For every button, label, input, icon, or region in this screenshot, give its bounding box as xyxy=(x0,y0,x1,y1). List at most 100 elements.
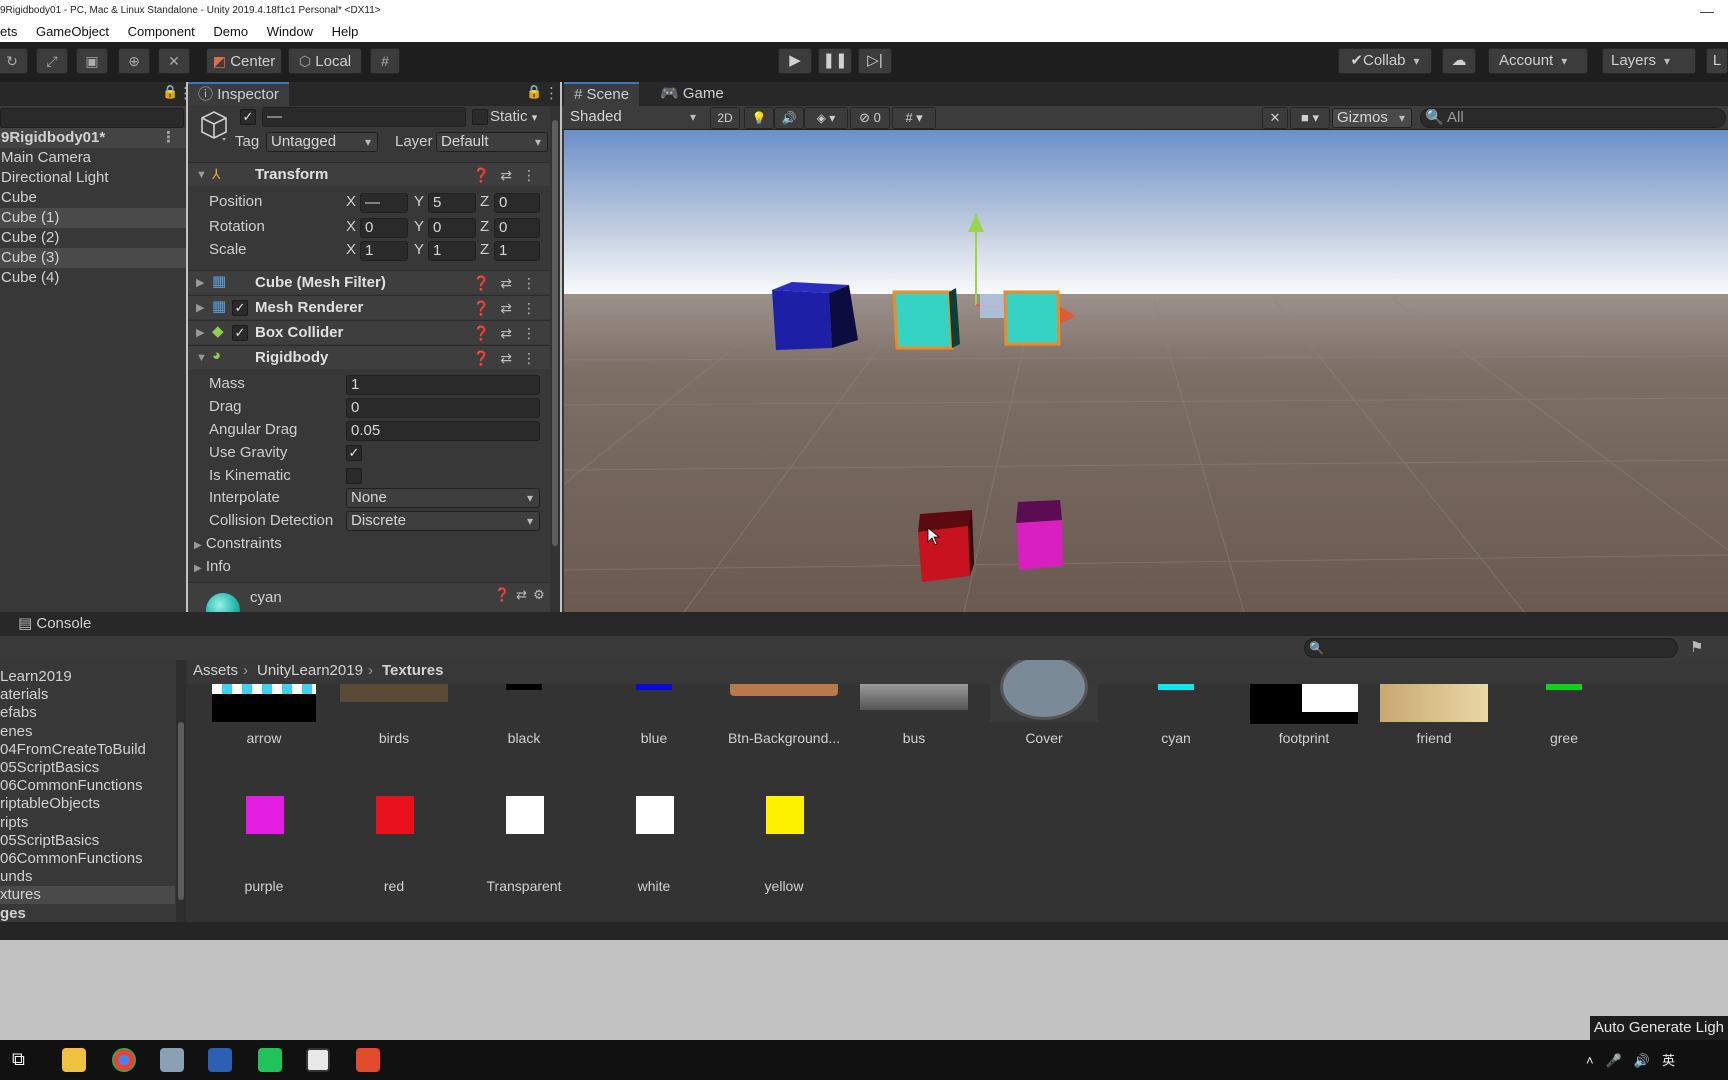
menu-window[interactable]: Window xyxy=(267,24,313,39)
layer-dropdown[interactable]: Default xyxy=(436,132,548,152)
folder-item[interactable]: 04FromCreateToBuild xyxy=(0,741,175,759)
lighting-toggle[interactable]: 💡 xyxy=(744,107,774,129)
task-view-icon[interactable]: ⧉ xyxy=(12,1049,25,1070)
pivot-local-button[interactable]: ⬡ Local xyxy=(288,48,362,74)
hierarchy-item[interactable]: Cube (4) xyxy=(0,268,186,288)
menu-demo[interactable]: Demo xyxy=(213,24,248,39)
hierarchy-item[interactable]: Cube (3) xyxy=(0,248,186,268)
folder-item[interactable]: efabs xyxy=(0,704,175,722)
shading-mode-dropdown[interactable]: Shaded xyxy=(566,108,702,128)
account-dropdown[interactable]: Account xyxy=(1488,48,1588,74)
editor-icon[interactable] xyxy=(258,1048,282,1072)
2d-mode-toggle[interactable]: 2D xyxy=(710,107,740,129)
layers-dropdown[interactable]: Layers xyxy=(1602,48,1696,74)
hierarchy-item[interactable]: Cube xyxy=(0,188,186,208)
filter-by-type-icon[interactable]: ⚑ xyxy=(1690,638,1703,656)
cube-cyan-2[interactable] xyxy=(1003,290,1061,346)
scene-viewport[interactable] xyxy=(564,130,1728,612)
scene-menu-icon[interactable]: ⋮ xyxy=(161,128,176,148)
menu-gameobject[interactable]: GameObject xyxy=(36,24,109,39)
info-foldout[interactable]: ▶ Info xyxy=(194,557,231,579)
folder-item[interactable]: riptableObjects xyxy=(0,795,175,813)
pivot-center-button[interactable]: ◩ Center xyxy=(206,48,282,74)
inspector-scrollbar[interactable] xyxy=(550,106,560,612)
folder-item[interactable]: xtures xyxy=(0,886,175,905)
tag-dropdown[interactable]: Untagged xyxy=(266,132,378,152)
tab-console[interactable]: ▤ Console xyxy=(8,612,101,636)
hierarchy-item[interactable]: Cube (2) xyxy=(0,228,186,248)
rect-tool-button[interactable]: ▣ xyxy=(76,48,108,74)
collision-detection-dropdown[interactable]: Discrete xyxy=(346,511,540,531)
tab-scene[interactable]: # Scene xyxy=(564,82,640,106)
interpolate-dropdown[interactable]: None xyxy=(346,488,540,508)
material-header-icons[interactable]: ❓⇄⚙ xyxy=(494,587,551,603)
scale-tool-button[interactable]: ⤢ xyxy=(36,48,68,74)
mesh-renderer-enabled-checkbox[interactable]: ✓ xyxy=(232,300,248,316)
chrome-icon[interactable] xyxy=(112,1048,136,1072)
angular-drag-field[interactable]: 0.05 xyxy=(346,421,540,441)
camera-dropdown[interactable]: ■ ▾ xyxy=(1290,107,1330,129)
custom-tool-button[interactable]: ✕ xyxy=(158,48,190,74)
component-header-icons[interactable]: ❓⇄⋮ xyxy=(473,273,546,293)
more-menu-icon[interactable]: ⋮ xyxy=(178,84,186,102)
tab-inspector[interactable]: ⓘ Inspector xyxy=(188,82,289,106)
cube-cyan-1[interactable] xyxy=(892,288,960,350)
unity-icon[interactable] xyxy=(306,1048,330,1072)
hierarchy-search-input[interactable] xyxy=(0,108,184,128)
cube-red[interactable] xyxy=(918,510,974,582)
gameobject-name-field[interactable]: — xyxy=(262,107,466,127)
folder-item[interactable]: aterials xyxy=(0,686,175,704)
minimize-button[interactable]: — xyxy=(1700,0,1714,22)
rotate-tool-button[interactable]: ↻ xyxy=(0,48,28,74)
transform-tool-button[interactable]: ⊕ xyxy=(118,48,150,74)
component-header-icons[interactable]: ❓⇄⋮ xyxy=(473,348,546,368)
scrollbar-thumb[interactable] xyxy=(552,120,558,546)
static-dropdown[interactable]: Static ▾ xyxy=(490,107,537,128)
folder-item[interactable]: 06CommonFunctions xyxy=(0,777,175,795)
component-header-icons[interactable]: ❓⇄⋮ xyxy=(473,323,546,343)
play-button[interactable]: ▶ xyxy=(778,48,812,74)
folder-scrollbar[interactable] xyxy=(176,660,186,922)
rotation-x-field[interactable]: 0 xyxy=(360,218,408,238)
hidden-objects-toggle[interactable]: ⊘ 0 xyxy=(850,107,890,129)
rigidbody-header[interactable]: ▼ ◕ Rigidbody ❓⇄⋮ xyxy=(188,345,560,369)
snap-button[interactable]: # xyxy=(370,48,400,74)
component-header-icons[interactable]: ❓⇄⋮ xyxy=(473,298,546,318)
folder-item[interactable]: 06CommonFunctions xyxy=(0,850,175,868)
folder-item[interactable]: enes xyxy=(0,723,175,741)
folder-item[interactable]: ges xyxy=(0,905,175,922)
position-x-field[interactable]: — xyxy=(360,193,408,213)
cube-blue[interactable] xyxy=(772,282,858,350)
folder-item[interactable]: ripts xyxy=(0,814,175,832)
constraints-foldout[interactable]: ▶ Constraints xyxy=(194,534,282,556)
scale-z-field[interactable]: 1 xyxy=(494,241,540,261)
drag-field[interactable]: 0 xyxy=(346,398,540,418)
hierarchy-item[interactable]: Directional Light xyxy=(0,168,186,188)
active-checkbox[interactable]: ✓ xyxy=(240,109,256,125)
scale-y-field[interactable]: 1 xyxy=(428,241,476,261)
menu-help[interactable]: Help xyxy=(332,24,359,39)
cube-magenta[interactable] xyxy=(1016,500,1063,570)
file-explorer-icon[interactable] xyxy=(62,1048,86,1072)
folder-item[interactable]: 05ScriptBasics xyxy=(0,759,175,777)
effects-dropdown[interactable]: ◈ ▾ xyxy=(804,107,848,129)
recorder-icon[interactable] xyxy=(356,1048,380,1072)
box-collider-header[interactable]: ▶ ◆ ✓ Box Collider ❓⇄⋮ xyxy=(188,320,560,344)
project-search-input[interactable]: 🔍 xyxy=(1304,638,1678,658)
position-z-field[interactable]: 0 xyxy=(494,193,540,213)
lock-icon[interactable]: 🔒 xyxy=(162,84,178,100)
position-y-field[interactable]: 5 xyxy=(428,193,476,213)
breadcrumb-textures[interactable]: Textures xyxy=(382,662,443,679)
mesh-renderer-header[interactable]: ▶ ▦ ✓ Mesh Renderer ❓⇄⋮ xyxy=(188,295,560,319)
layout-dropdown[interactable]: L xyxy=(1706,48,1728,74)
tab-game[interactable]: 🎮 Game xyxy=(650,82,734,106)
collab-dropdown[interactable]: ✔Collab xyxy=(1338,48,1432,74)
scene-search-input[interactable]: 🔍 All xyxy=(1420,108,1726,128)
folder-item[interactable]: unds xyxy=(0,868,175,886)
grid-dropdown[interactable]: # ▾ xyxy=(892,107,936,129)
mesh-filter-header[interactable]: ▶ ▦ Cube (Mesh Filter) ❓⇄⋮ xyxy=(188,270,560,294)
lock-icon[interactable]: 🔒 xyxy=(526,84,542,100)
breadcrumb-assets[interactable]: Assets xyxy=(193,662,238,679)
hierarchy-item[interactable]: Cube (1) xyxy=(0,208,186,228)
menu-assets[interactable]: ets xyxy=(0,24,17,39)
